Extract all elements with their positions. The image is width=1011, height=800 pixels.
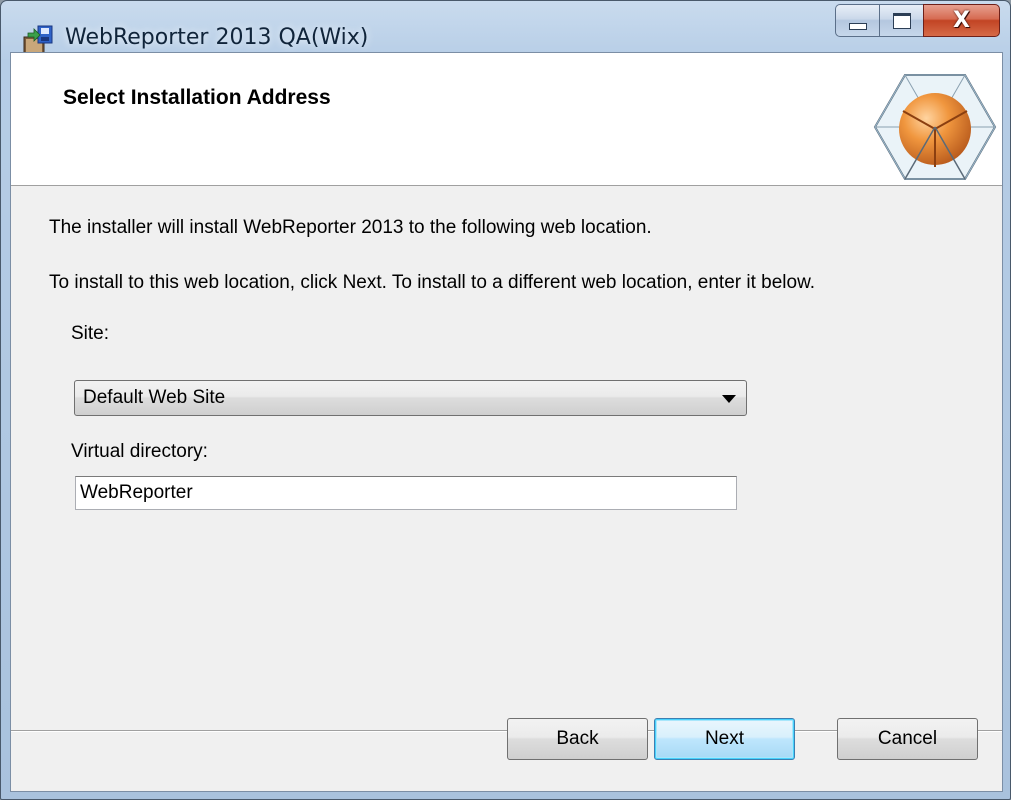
caption-buttons: X <box>835 4 1000 37</box>
installer-window: WebReporter 2013 QA(Wix) X Select Instal… <box>0 0 1011 800</box>
site-dropdown[interactable]: Default Web Site <box>74 380 747 416</box>
header-banner: Select Installation Address <box>11 53 1002 186</box>
back-button[interactable]: Back <box>507 718 648 760</box>
page-title: Select Installation Address <box>63 86 331 109</box>
site-dropdown-value: Default Web Site <box>83 387 226 408</box>
maximize-button[interactable] <box>879 4 923 37</box>
minimize-icon <box>848 23 867 30</box>
intro-text: The installer will install WebReporter 2… <box>49 217 652 238</box>
dialog-client-area: Select Installation Address The installe… <box>10 52 1003 792</box>
cancel-button[interactable]: Cancel <box>837 718 978 760</box>
virtual-directory-label: Virtual directory: <box>71 441 208 462</box>
close-button[interactable]: X <box>923 4 1000 37</box>
site-label: Site: <box>71 323 110 344</box>
minimize-button[interactable] <box>835 4 879 37</box>
next-button[interactable]: Next <box>654 718 795 760</box>
maximize-icon <box>892 12 911 29</box>
window-title: WebReporter 2013 QA(Wix) <box>65 25 369 50</box>
hexagon-sphere-logo <box>873 74 997 180</box>
chevron-down-icon[interactable] <box>722 395 736 403</box>
virtual-directory-input[interactable]: WebReporter <box>75 476 737 510</box>
close-icon: X <box>953 8 970 33</box>
instruction-text: To install to this web location, click N… <box>49 272 816 293</box>
